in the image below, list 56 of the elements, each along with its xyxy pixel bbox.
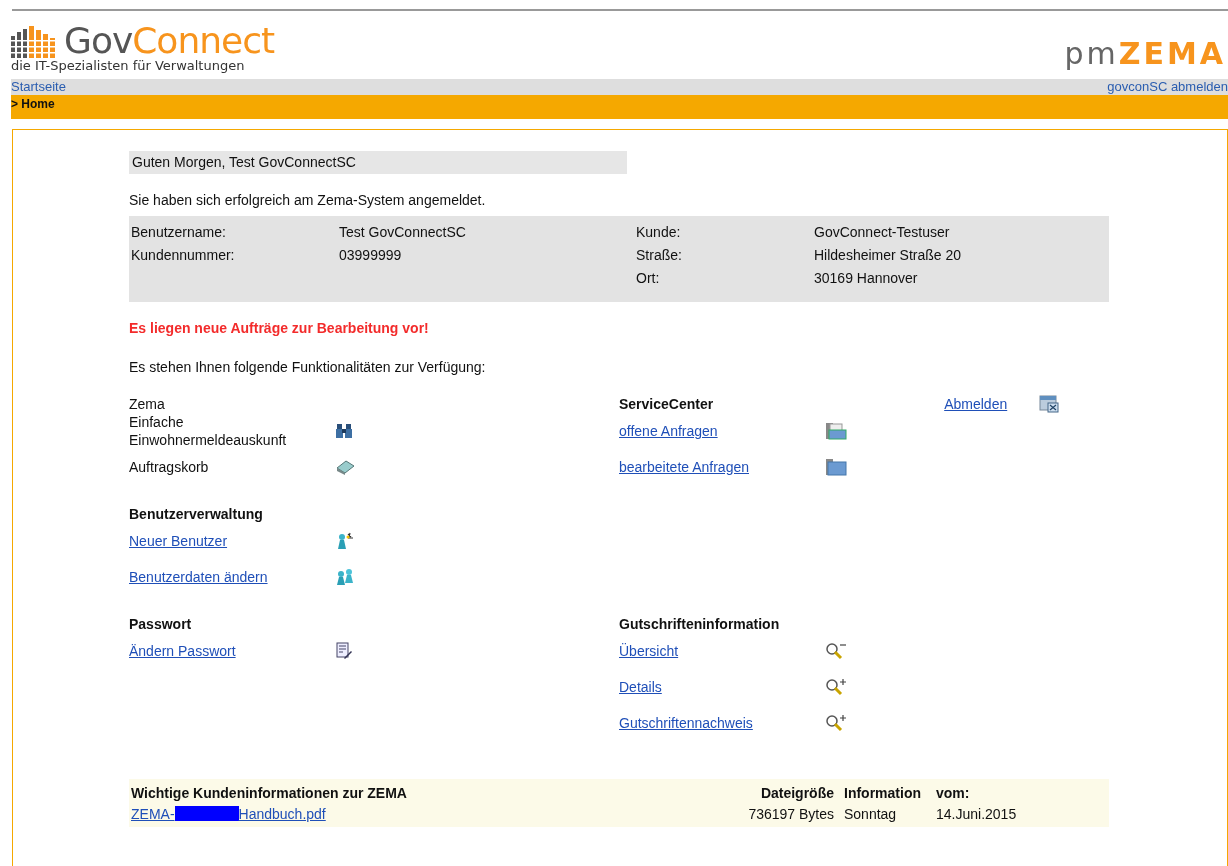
function-link[interactable]: Ändern Passwort [129,642,335,660]
section-heading: Passwort [129,616,192,632]
table-cell-text: 736197 Bytes [747,805,835,824]
section-heading: ServiceCenter [619,396,714,412]
function-label: Einfache Einwohnermeldeauskunft [129,413,288,449]
logout-link[interactable]: govconSC abmelden [1107,79,1228,95]
folder-icon [825,422,847,440]
function-link[interactable]: offene Anfragen [619,422,825,440]
zoom-in-icon [825,714,847,732]
info-label: Benutzername: [131,223,227,242]
zoom-out-icon [825,642,847,660]
breadcrumb: > Home [11,97,55,111]
logo-tagline: die IT-Spezialisten für Verwaltungen [11,58,246,73]
info-label: Straße: [636,246,683,265]
info-value: GovConnect-Testuser [814,223,950,242]
info-value: Hildesheimer Straße 20 [814,246,962,265]
function-link[interactable]: Details [619,678,825,696]
users-icon [335,568,355,586]
info-value: 30169 Hannover [814,269,918,288]
product-logo: pmZEMA [1064,36,1226,71]
column-header: Dateigröße [759,784,835,803]
greeting: Guten Morgen, Test GovConnectSC [129,151,627,174]
file-link[interactable]: ZEMA- Handbuch.pdf [131,806,326,822]
zoom-in-icon [825,678,847,696]
function-link[interactable]: Neuer Benutzer [129,532,335,550]
info-value: 03999999 [339,246,403,265]
table-cell-text: Sonntag [844,805,898,824]
info-label: Kunde: [636,223,682,242]
column-header: vom: [936,784,971,803]
function-link[interactable]: Gutschriftennachweis [619,714,825,732]
window-close-icon [1039,395,1060,413]
logout-link[interactable]: Abmelden [944,396,1040,412]
alert-message: Es liegen neue Aufträge zur Bearbeitung vor! [129,320,430,336]
login-message: Sie haben sich erfolgreich am Zema-System angemeldet. [129,192,487,208]
column-header: Wichtige Kundeninformationen zur ZEMA [131,784,408,803]
column-header: Information [844,784,922,803]
logo-wordmark: GovConnect [64,24,275,58]
section-heading: Benutzerverwaltung [129,506,263,522]
section-heading: Gutschrifteninformation [619,616,780,632]
binoculars-icon [335,423,353,439]
book-icon [335,459,355,475]
info-label: Kundennummer: [131,246,236,265]
function-label: Auftragskorb [129,458,210,476]
function-link[interactable]: bearbeitete Anfragen [619,458,825,476]
table-cell-text: 14.Juni.2015 [936,805,1018,824]
home-link[interactable]: Startseite [11,79,66,95]
intro-text: Es stehen Ihnen folgende Funktionalitäten zur Verfügung: [129,359,487,375]
redaction-mark [174,806,239,821]
user-add-icon [335,532,355,550]
page-edit-icon [335,642,353,660]
function-link[interactable]: Übersicht [619,642,825,660]
function-link[interactable]: Benutzerdaten ändern [129,568,335,586]
info-value: Test GovConnectSC [339,223,467,242]
folder-icon [825,458,847,476]
info-label: Ort: [636,269,661,288]
section-heading: Zema [129,396,165,412]
